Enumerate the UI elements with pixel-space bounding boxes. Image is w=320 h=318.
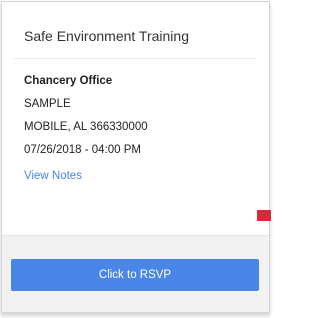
event-datetime: 07/26/2018 - 04:00 PM xyxy=(24,144,141,156)
page: Safe Environment Training Chancery Offic… xyxy=(0,0,271,318)
event-title: Safe Environment Training xyxy=(24,28,189,44)
card-footer: Click to RSVP xyxy=(2,235,269,312)
event-location: Chancery Office xyxy=(24,75,113,87)
event-details: Chancery Office SAMPLE MOBILE, AL 366330… xyxy=(24,74,148,184)
title-divider xyxy=(14,58,257,59)
event-city-state-zip: MOBILE, AL 366330000 xyxy=(24,121,148,133)
red-marker xyxy=(257,210,271,221)
view-notes-link[interactable]: View Notes xyxy=(24,169,82,184)
event-card: Safe Environment Training Chancery Offic… xyxy=(1,1,271,313)
rsvp-button[interactable]: Click to RSVP xyxy=(11,259,259,291)
event-address: SAMPLE xyxy=(24,98,71,110)
